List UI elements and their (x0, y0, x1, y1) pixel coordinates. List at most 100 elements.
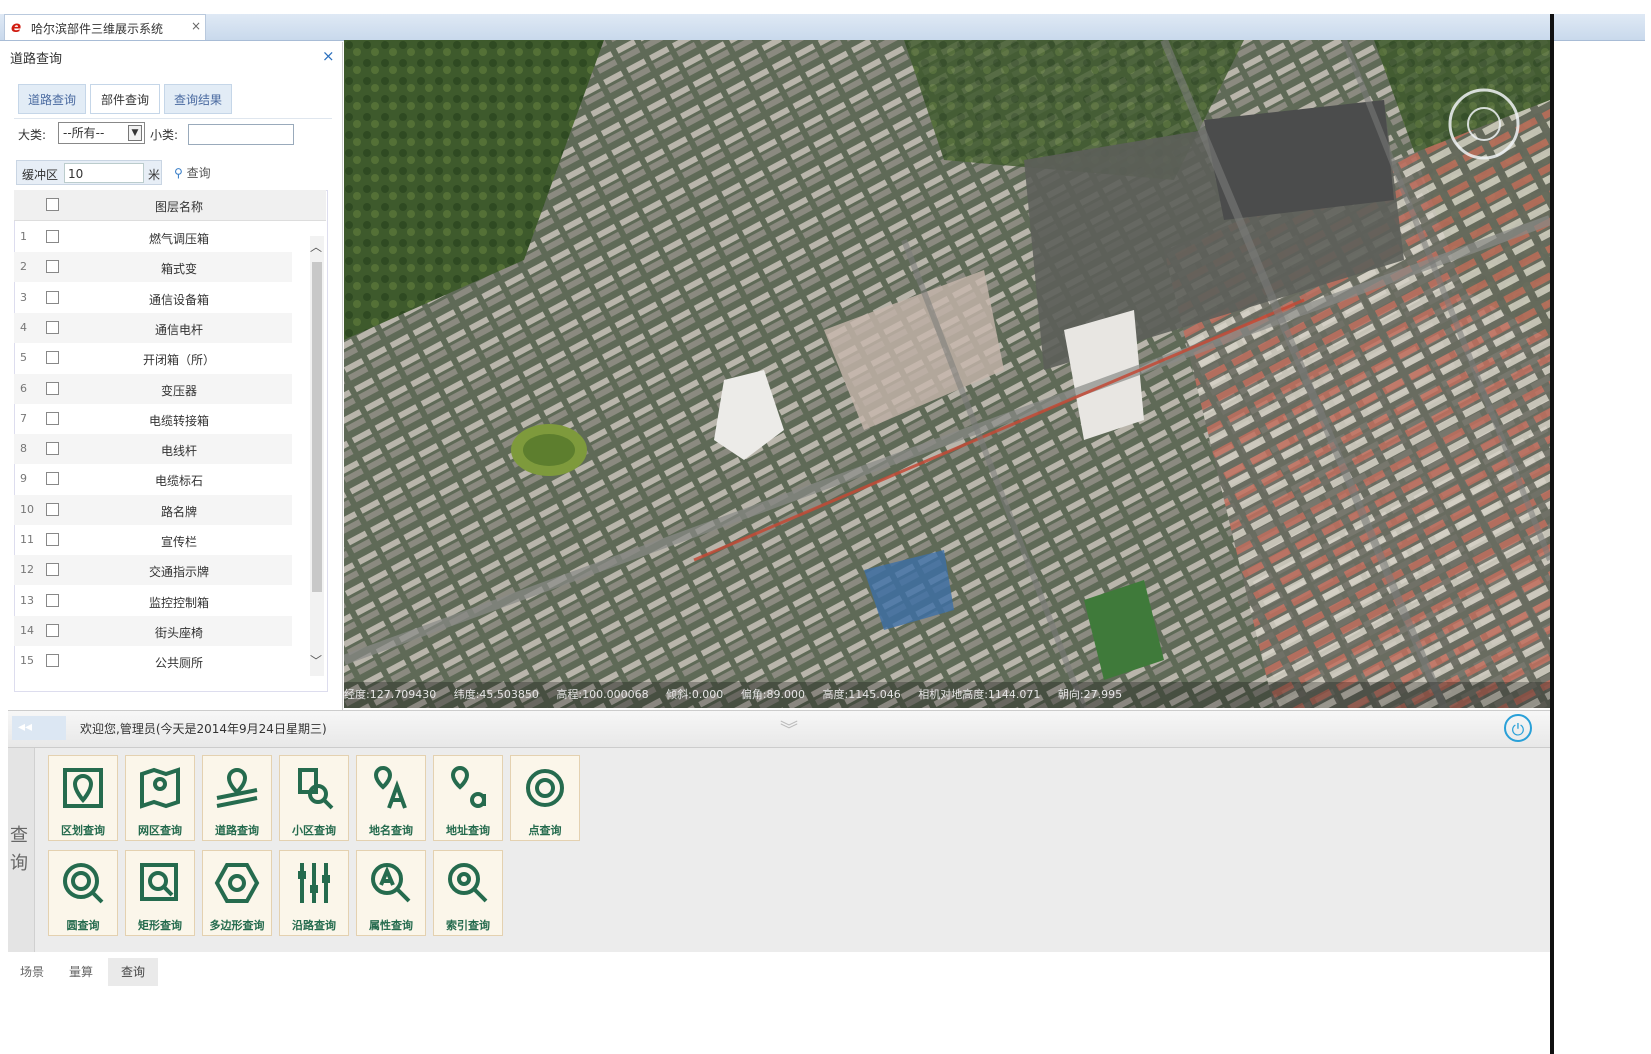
scroll-up-icon[interactable]: ︿ (310, 238, 322, 255)
table-row[interactable]: 3 通信设备箱 (14, 283, 292, 313)
table-row[interactable]: 5 开闭箱（所） (14, 343, 292, 373)
func-button[interactable]: 网区查询 (125, 755, 195, 841)
table-row[interactable]: 1 燃气调压箱 (14, 222, 292, 252)
select-all-checkbox[interactable] (46, 198, 59, 211)
collapse-chevron-icon[interactable]: ︾ (780, 716, 798, 742)
func-button-label: 沿路查询 (292, 919, 336, 932)
func-button-label: 圆查询 (66, 919, 100, 932)
row-checkbox[interactable] (46, 351, 59, 365)
map-fold-icon (136, 764, 184, 812)
tab-query-result[interactable]: 查询结果 (164, 84, 232, 114)
func-button-label: 小区查询 (292, 824, 336, 837)
map-pin-square-icon (59, 764, 107, 812)
scroll-down-icon[interactable]: ﹀ (310, 652, 322, 669)
status-latitude: 纬度:45.503850 (453, 688, 539, 701)
building-search-icon (290, 764, 338, 812)
func-button-label: 区划查询 (61, 824, 105, 837)
nav-prev-icon[interactable]: ◂◂ (18, 719, 32, 735)
func-button[interactable]: 沿路查询 (279, 850, 349, 936)
tab-scene[interactable]: 场景 (10, 958, 54, 986)
status-heading-offset: 偏角:89.000 (740, 688, 806, 701)
row-checkbox[interactable] (46, 593, 59, 607)
func-button[interactable]: 属性查询 (356, 850, 426, 936)
tab-measure[interactable]: 量算 (58, 958, 104, 986)
row-number: 10 (20, 502, 34, 516)
row-checkbox[interactable] (46, 320, 59, 334)
table-row[interactable]: 7 电缆转接箱 (14, 404, 292, 434)
row-number: 13 (20, 593, 34, 607)
status-tilt: 倾斜:0.000 (666, 688, 724, 701)
table-row[interactable]: 4 通信电杆 (14, 312, 292, 343)
table-row[interactable]: 12 交通指示牌 (14, 555, 292, 586)
browser-tab[interactable]: e 哈尔滨部件三维展示系统 × (4, 14, 206, 40)
row-checkbox[interactable] (46, 290, 59, 304)
row-checkbox[interactable] (46, 533, 59, 546)
road-pin-icon (213, 764, 261, 812)
row-number: 3 (20, 290, 27, 304)
table-row[interactable]: 14 街头座椅 (14, 615, 292, 646)
row-checkbox[interactable] (46, 654, 59, 668)
chevron-down-icon[interactable]: ▼ (128, 125, 142, 141)
func-button[interactable]: 地名查询 (356, 755, 426, 841)
row-number: 4 (20, 320, 27, 334)
table-row[interactable]: 15 公共厕所 (14, 646, 292, 676)
row-number: 7 (20, 411, 27, 425)
row-checkbox[interactable] (46, 472, 59, 486)
big-class-label: 大类: (18, 128, 47, 142)
buffer-input[interactable]: 10 (64, 163, 144, 183)
table-row[interactable]: 11 宣传栏 (14, 525, 292, 555)
tab-road-query[interactable]: 道路查询 (18, 84, 86, 114)
small-class-input[interactable] (188, 124, 294, 145)
row-checkbox[interactable] (46, 411, 59, 425)
power-icon[interactable]: ⏻ (1504, 714, 1532, 742)
func-button-label: 矩形查询 (138, 919, 182, 932)
row-checkbox[interactable] (46, 230, 59, 243)
tab-close-icon[interactable]: × (191, 19, 201, 33)
func-button[interactable]: 道路查询 (202, 755, 272, 841)
row-checkbox[interactable] (46, 623, 59, 637)
func-button[interactable]: 小区查询 (279, 755, 349, 841)
layer-name: 电缆转接箱 (148, 413, 209, 428)
row-checkbox[interactable] (46, 381, 59, 395)
layer-name: 街头座椅 (154, 625, 203, 640)
row-number: 1 (20, 230, 27, 243)
func-button[interactable]: 索引查询 (433, 850, 503, 936)
map-imagery (344, 40, 1550, 708)
satellite-map[interactable] (344, 40, 1550, 708)
func-button-label: 地名查询 (369, 824, 413, 837)
search-button[interactable]: ⚲ 查询 (174, 164, 211, 181)
layer-name: 宣传栏 (160, 535, 197, 549)
func-button[interactable]: 点查询 (510, 755, 580, 841)
nav-buttons[interactable]: ◂◂ (12, 716, 66, 740)
row-checkbox[interactable] (46, 260, 59, 274)
table-row[interactable]: 8 电线杆 (14, 434, 292, 465)
row-number: 6 (20, 381, 27, 395)
func-button[interactable]: 矩形查询 (125, 850, 195, 936)
func-button[interactable]: 多边形查询 (202, 850, 272, 936)
func-button[interactable]: 区划查询 (48, 755, 118, 841)
row-number: 11 (20, 533, 34, 546)
tab-part-query[interactable]: 部件查询 (90, 84, 160, 114)
table-row[interactable]: 10 路名牌 (14, 494, 292, 525)
panel-close-icon[interactable]: × (322, 47, 335, 65)
status-orientation: 朝向:27.995 (1057, 688, 1123, 701)
table-row[interactable]: 2 箱式变 (14, 252, 292, 283)
ie-logo-icon: e (11, 18, 22, 36)
tab-query[interactable]: 查询 (108, 958, 158, 986)
grid-header-label: 图层名称 (154, 200, 203, 214)
scrollbar-thumb[interactable] (312, 262, 322, 592)
layer-name: 监控控制箱 (148, 595, 209, 610)
small-class-label: 小类: (150, 128, 179, 142)
attr-search-icon (367, 859, 415, 907)
big-class-select[interactable]: --所有-- ▼ (58, 122, 145, 144)
func-button[interactable]: 地址查询 (433, 755, 503, 841)
row-checkbox[interactable] (46, 442, 59, 456)
big-class-value: --所有-- (63, 126, 105, 140)
func-button-label: 点查询 (528, 824, 562, 837)
func-button[interactable]: 圆查询 (48, 850, 118, 936)
table-row[interactable]: 9 电缆标石 (14, 464, 292, 494)
row-checkbox[interactable] (46, 502, 59, 516)
table-row[interactable]: 13 监控控制箱 (14, 586, 292, 616)
table-row[interactable]: 6 变压器 (14, 373, 292, 404)
row-checkbox[interactable] (46, 563, 59, 577)
